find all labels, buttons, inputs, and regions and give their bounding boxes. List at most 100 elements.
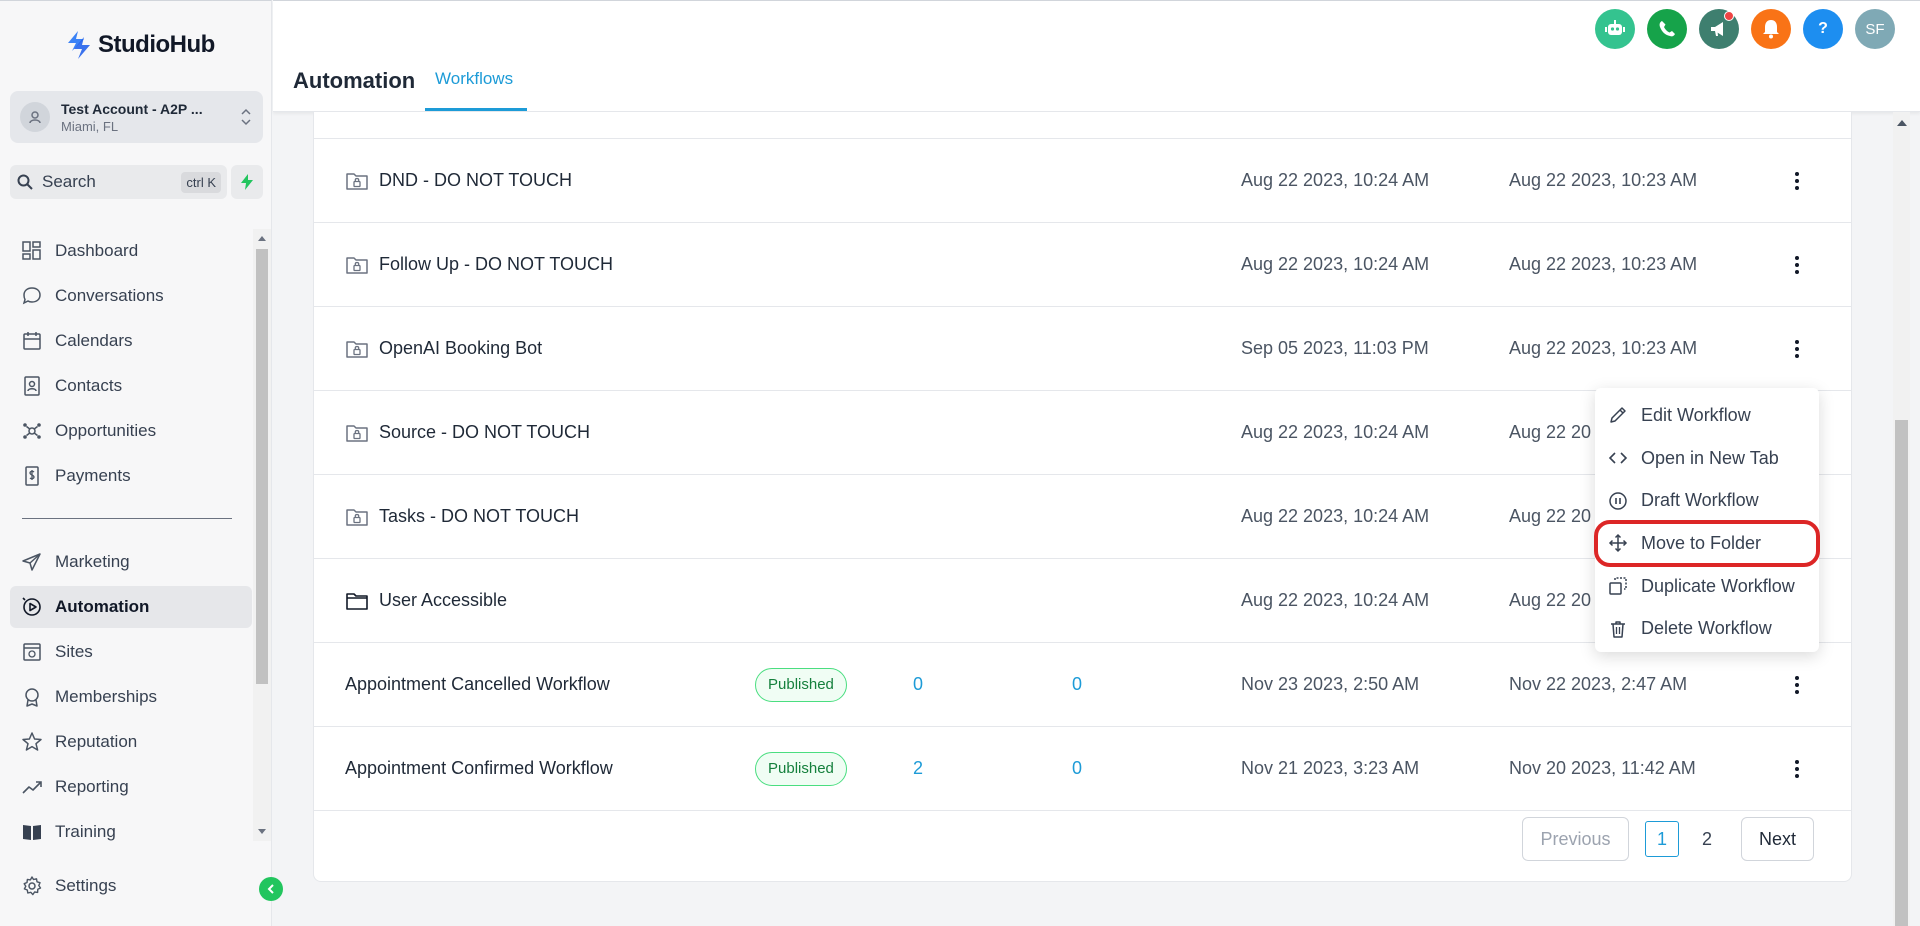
delete-workflow-menu-item[interactable]: Delete Workflow xyxy=(1595,607,1819,650)
sidebar-item-label: Reporting xyxy=(55,777,129,796)
more-actions-icon[interactable] xyxy=(1787,673,1807,697)
sidebar-item-label: Conversations xyxy=(55,286,164,305)
workflow-name[interactable]: Appointment Cancelled Workflow xyxy=(345,674,610,695)
sidebar-item-label: Marketing xyxy=(55,552,130,571)
workflow-name[interactable]: Follow Up - DO NOT TOUCH xyxy=(345,253,613,277)
page-title: Automation xyxy=(293,68,416,93)
main-scrollbar-thumb[interactable] xyxy=(1895,420,1908,926)
sidebar-item-marketing[interactable]: Marketing xyxy=(10,541,252,583)
account-switcher[interactable]: Test Account - A2P ... Miami, FL xyxy=(10,91,263,143)
sidebar-item-training[interactable]: Training xyxy=(10,811,252,853)
duplicate-icon xyxy=(1609,577,1627,595)
code-icon xyxy=(1608,452,1628,464)
sidebar-item-automation[interactable]: Automation xyxy=(10,586,252,628)
duplicate-workflow-menu-item[interactable]: Duplicate Workflow xyxy=(1595,565,1819,608)
brand-logo[interactable]: StudioHub xyxy=(64,29,215,61)
next-page-button[interactable]: Next xyxy=(1741,817,1814,861)
edit-workflow-menu-item[interactable]: Edit Workflow xyxy=(1595,394,1819,437)
sidebar-divider xyxy=(22,518,232,519)
locked-folder-icon xyxy=(346,340,368,358)
workflow-name[interactable]: User Accessible xyxy=(345,589,507,613)
completed-count[interactable]: 0 xyxy=(1072,758,1082,779)
table-row[interactable]: Appointment Confirmed Workflow Published… xyxy=(314,726,1851,810)
help-button[interactable]: ? xyxy=(1803,9,1843,49)
sidebar-scrollbar-thumb[interactable] xyxy=(256,249,268,684)
page-2-button[interactable]: 2 xyxy=(1690,821,1724,857)
previous-page-button[interactable]: Previous xyxy=(1522,817,1629,861)
notification-dot xyxy=(1724,11,1734,21)
phone-icon xyxy=(1659,21,1675,37)
calendar-icon xyxy=(23,332,41,350)
sidebar-item-dashboard[interactable]: Dashboard xyxy=(10,230,252,272)
sidebar-item-payments[interactable]: Payments xyxy=(10,455,252,497)
table-row[interactable]: Appointment Cancelled Workflow Published… xyxy=(314,642,1851,726)
search-label: Search xyxy=(42,172,96,191)
draft-workflow-menu-item[interactable]: Draft Workflow xyxy=(1595,479,1819,522)
scroll-up-arrow-icon[interactable] xyxy=(258,236,266,241)
created-date: Aug 22 2023, 10:23 AM xyxy=(1509,254,1698,274)
completed-count[interactable]: 0 xyxy=(1072,674,1082,695)
sidebar-item-label: Settings xyxy=(55,876,117,895)
sidebar-scrollbar[interactable] xyxy=(253,229,271,841)
account-name: Test Account - A2P ... xyxy=(61,100,203,117)
phone-button[interactable] xyxy=(1647,9,1687,49)
ai-assistant-button[interactable] xyxy=(1595,9,1635,49)
collapse-sidebar-button[interactable] xyxy=(259,877,283,901)
more-actions-icon[interactable] xyxy=(1787,337,1807,361)
workflow-name[interactable]: Source - DO NOT TOUCH xyxy=(345,421,590,445)
search-button[interactable]: Search ctrl K xyxy=(10,165,227,199)
search-icon xyxy=(17,174,33,190)
sidebar-item-reputation[interactable]: Reputation xyxy=(10,721,252,763)
account-location: Miami, FL xyxy=(61,118,119,134)
locked-folder-icon xyxy=(346,256,368,274)
sidebar-item-reporting[interactable]: Reporting xyxy=(10,766,252,808)
sites-icon xyxy=(23,643,41,661)
more-actions-icon[interactable] xyxy=(1787,253,1807,277)
workflow-name[interactable]: DND - DO NOT TOUCH xyxy=(345,169,572,193)
workflow-name[interactable]: OpenAI Booking Bot xyxy=(345,337,542,361)
star-icon xyxy=(22,732,42,751)
workflow-name[interactable]: Tasks - DO NOT TOUCH xyxy=(345,505,579,529)
scroll-down-arrow-icon[interactable] xyxy=(258,829,266,834)
workflow-name[interactable]: Appointment Confirmed Workflow xyxy=(345,758,613,779)
logo-mark-icon xyxy=(68,31,90,59)
enrolled-count[interactable]: 0 xyxy=(913,674,923,695)
sidebar-item-calendars[interactable]: Calendars xyxy=(10,320,252,362)
book-icon xyxy=(23,825,41,840)
table-row[interactable]: OpenAI Booking Bot Sep 05 2023, 11:03 PM… xyxy=(314,306,1851,390)
enrolled-count[interactable]: 2 xyxy=(913,758,923,779)
help-icon: ? xyxy=(1818,20,1828,37)
move-to-folder-menu-item[interactable]: Move to Folder xyxy=(1594,520,1820,567)
user-avatar[interactable]: SF xyxy=(1855,9,1895,49)
quick-actions-button[interactable] xyxy=(231,165,263,199)
sidebar-item-sites[interactable]: Sites xyxy=(10,631,252,673)
sidebar-item-memberships[interactable]: Memberships xyxy=(10,676,252,718)
lightning-icon xyxy=(241,174,253,190)
created-date: Aug 22 20 xyxy=(1509,590,1592,610)
scroll-up-arrow-icon[interactable] xyxy=(1897,120,1907,126)
sidebar-item-settings[interactable]: Settings xyxy=(10,865,252,907)
page-1-button[interactable]: 1 xyxy=(1645,821,1679,857)
account-avatar xyxy=(20,102,50,132)
chevron-updown-icon xyxy=(241,108,251,126)
open-new-tab-menu-item[interactable]: Open in New Tab xyxy=(1595,437,1819,480)
sidebar-item-label: Contacts xyxy=(55,376,123,395)
dashboard-icon xyxy=(22,241,41,260)
opportunities-icon xyxy=(23,423,41,439)
sidebar: StudioHub Test Account - A2P ... Miami, … xyxy=(0,0,283,926)
sidebar-item-opportunities[interactable]: Opportunities xyxy=(10,410,252,452)
more-actions-icon[interactable] xyxy=(1787,169,1807,193)
sidebar-item-contacts[interactable]: Contacts xyxy=(10,365,252,407)
notifications-button[interactable] xyxy=(1751,9,1791,49)
announcements-button[interactable] xyxy=(1699,9,1739,49)
table-row[interactable]: Follow Up - DO NOT TOUCH Aug 22 2023, 10… xyxy=(314,222,1851,306)
main-scrollbar[interactable] xyxy=(1893,112,1910,926)
sidebar-item-conversations[interactable]: Conversations xyxy=(10,275,252,317)
updated-date: Nov 21 2023, 3:23 AM xyxy=(1241,758,1420,778)
created-date: Aug 22 2023, 10:23 AM xyxy=(1509,338,1698,358)
more-actions-icon[interactable] xyxy=(1787,757,1807,781)
table-row[interactable]: DND - DO NOT TOUCH Aug 22 2023, 10:24 AM… xyxy=(314,138,1851,222)
locked-folder-icon xyxy=(346,424,368,442)
bell-icon xyxy=(1763,20,1779,39)
tab-workflows[interactable]: Workflows xyxy=(435,69,513,89)
